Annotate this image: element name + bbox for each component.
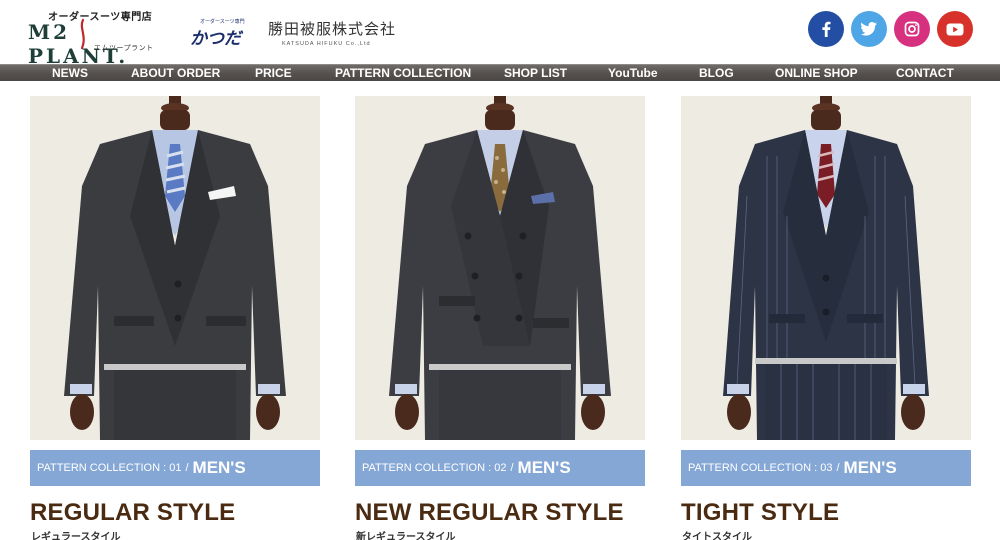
youtube-icon [946,23,964,35]
nav-item-about-order[interactable]: ABOUT ORDER [131,66,220,81]
pattern-collection-bar[interactable]: PATTERN COLLECTION : 02 / MEN'S [355,450,645,486]
facebook-button[interactable] [808,11,844,47]
suit-image [30,96,320,440]
collection-label: PATTERN COLLECTION : 03 [688,462,833,474]
youtube-button[interactable] [937,11,973,47]
collection-separator: / [836,462,840,474]
site-header: オーダースーツ専門店 M2 PLANT. エムツープラント オーダースーツ専門 … [0,0,1000,68]
nav-item-youtube[interactable]: YouTube [608,66,658,81]
katsuda-logo-text: かつだ [190,29,241,49]
pattern-collection-bar[interactable]: PATTERN COLLECTION : 03 / MEN'S [681,450,971,486]
category-label: MEN'S [517,458,571,477]
nav-item-price[interactable]: PRICE [255,66,292,81]
nav-item-news[interactable]: NEWS [52,66,88,81]
category-label: MEN'S [843,458,897,477]
suit-photo[interactable] [30,96,320,440]
collection-separator: / [185,462,189,474]
main-nav: NEWS ABOUT ORDER PRICE PATTERN COLLECTIO… [0,64,1000,81]
style-subtitle: タイトスタイル [682,532,752,540]
pattern-card-new-regular[interactable]: PATTERN COLLECTION : 02 / MEN'S NEW REGU… [355,96,645,540]
suit-photo[interactable] [681,96,971,440]
nav-item-blog[interactable]: BLOG [699,66,734,81]
katsuda-logo[interactable]: オーダースーツ専門 かつだ [188,18,250,50]
company-name-en: KATSUDA HIFUKU Co.,Ltd [282,41,371,47]
twitter-icon [861,22,877,36]
pattern-card-tight[interactable]: PATTERN COLLECTION : 03 / MEN'S TIGHT ST… [681,96,971,540]
style-title[interactable]: TIGHT STYLE [681,499,839,527]
style-subtitle: レギュラースタイル [31,532,121,540]
brand-kana: エムツープラント [94,45,154,52]
pattern-collection-bar[interactable]: PATTERN COLLECTION : 01 / MEN'S [30,450,320,486]
style-title[interactable]: NEW REGULAR STYLE [355,499,624,527]
category-label: MEN'S [192,458,246,477]
m2-plant-logo[interactable]: オーダースーツ専門店 M2 PLANT. エムツープラント [28,8,168,68]
collection-label: PATTERN COLLECTION : 02 [362,462,507,474]
suit-photo[interactable] [355,96,645,440]
brand-swoosh-icon [80,18,85,50]
style-title[interactable]: REGULAR STYLE [30,499,235,527]
instagram-button[interactable] [894,11,930,47]
suit-image [681,96,971,440]
nav-item-pattern-collection[interactable]: PATTERN COLLECTION [335,66,471,81]
company-name-jp: 勝田被服株式会社 [268,20,397,38]
collection-separator: / [510,462,514,474]
nav-item-contact[interactable]: CONTACT [896,66,954,81]
style-subtitle: 新レギュラースタイル [356,532,456,540]
instagram-icon [904,21,920,37]
suit-image [355,96,645,440]
company-logo[interactable]: 勝田被服株式会社 KATSUDA HIFUKU Co.,Ltd [268,18,400,50]
collection-label: PATTERN COLLECTION : 01 [37,462,182,474]
nav-item-online-shop[interactable]: ONLINE SHOP [775,66,858,81]
pattern-card-regular[interactable]: PATTERN COLLECTION : 01 / MEN'S REGULAR … [30,96,320,540]
twitter-button[interactable] [851,11,887,47]
nav-item-shop-list[interactable]: SHOP LIST [504,66,567,81]
facebook-icon [822,21,831,37]
